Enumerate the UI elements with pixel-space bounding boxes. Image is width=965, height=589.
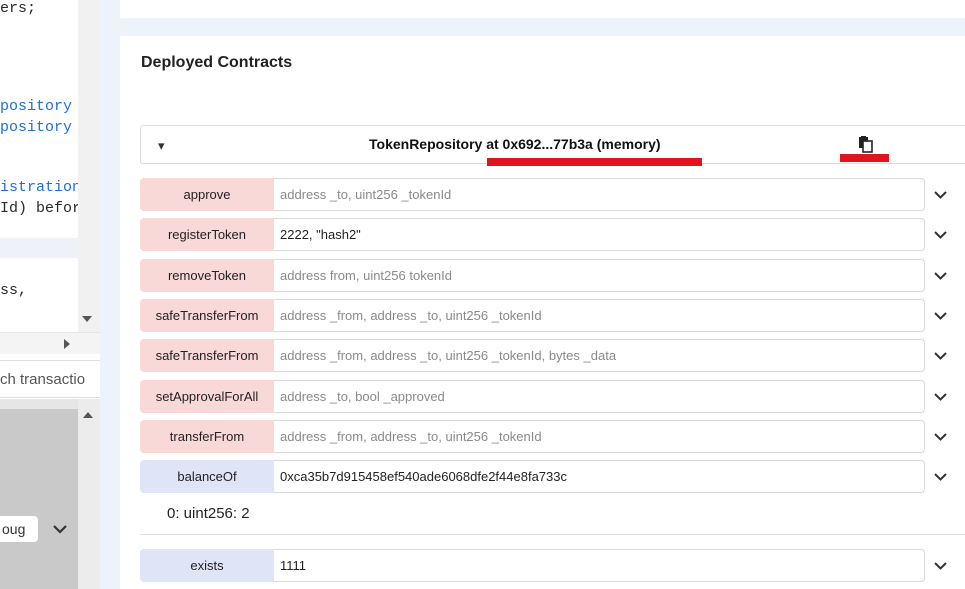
scroll-up-arrow-icon[interactable] — [83, 412, 93, 418]
balance-of-result: 0: uint256: 2 — [167, 505, 250, 522]
function-row-exists: exists 1111 — [140, 549, 947, 582]
current-line-highlight — [0, 238, 78, 258]
chevron-down-icon[interactable] — [50, 519, 70, 539]
terminal-scrollbar[interactable] — [78, 399, 100, 589]
chevron-down-icon[interactable] — [932, 347, 949, 364]
editor-horizontal-scrollbar[interactable] — [0, 332, 100, 354]
function-button[interactable]: transferFrom — [140, 420, 274, 453]
chevron-down-icon[interactable] — [932, 388, 949, 405]
section-title: Deployed Contracts — [141, 54, 293, 71]
function-args-input[interactable]: address _to, bool _approved — [274, 380, 925, 413]
function-args-input[interactable]: 2222, "hash2" — [274, 218, 925, 251]
function-args-input[interactable]: 0xca35b7d915458ef540ade6068dfe2f44e8fa73… — [274, 460, 925, 493]
section-gap — [120, 18, 965, 36]
highlight-mark-copy-icon — [840, 154, 889, 162]
editor-vertical-scrollbar[interactable] — [78, 0, 100, 332]
function-args-input[interactable]: address _from, address _to, uint256 _tok… — [274, 339, 925, 372]
function-button[interactable]: safeTransferFrom — [140, 299, 274, 332]
function-button[interactable]: setApprovalForAll — [140, 380, 274, 413]
function-row: approve address _to, uint256 _tokenId — [140, 178, 947, 211]
function-button[interactable]: balanceOf — [140, 460, 274, 493]
chevron-down-icon[interactable] — [932, 226, 949, 243]
function-args-input[interactable]: address from, uint256 tokenId — [274, 259, 925, 292]
function-row: balanceOf 0xca35b7d915458ef540ade6068dfe2… — [140, 460, 947, 493]
function-row: transferFrom address _from, address _to, … — [140, 420, 947, 453]
terminal-area — [0, 399, 78, 589]
divider-line — [140, 534, 965, 535]
chevron-down-icon[interactable] — [932, 468, 949, 485]
function-button[interactable]: safeTransferFrom — [140, 339, 274, 372]
function-button[interactable]: registerToken — [140, 218, 274, 251]
previous-section — [120, 0, 965, 18]
contract-instance-title: TokenRepository at 0x692...77b3a (memory… — [369, 136, 661, 152]
code-line: ss, — [0, 282, 28, 299]
function-args-input[interactable]: address _from, address _to, uint256 _tok… — [274, 299, 925, 332]
chevron-down-icon[interactable] — [932, 428, 949, 445]
chevron-down-icon[interactable] — [932, 307, 949, 324]
search-transactions-input[interactable]: ch transactio — [0, 360, 100, 398]
code-line: istration — [0, 179, 78, 196]
exists-input[interactable]: 1111 — [274, 549, 925, 582]
function-row: registerToken 2222, "hash2" — [140, 218, 947, 251]
debug-select[interactable]: oug — [0, 516, 38, 542]
function-row: removeToken address from, uint256 tokenId — [140, 259, 947, 292]
code-line: pository — [0, 98, 73, 115]
highlight-mark-contract-address — [487, 158, 702, 166]
function-button[interactable]: approve — [140, 178, 274, 211]
collapse-caret-icon[interactable]: ▾ — [158, 138, 165, 154]
code-area[interactable]: ers; pository pository istration Id) bef… — [0, 0, 78, 332]
function-args-input[interactable]: address _to, uint256 _tokenId — [274, 178, 925, 211]
exists-button[interactable]: exists — [140, 549, 274, 582]
code-editor-pane: ers; pository pository istration Id) bef… — [0, 0, 100, 589]
function-button[interactable]: removeToken — [140, 259, 274, 292]
clipboard-copy-icon[interactable] — [857, 136, 875, 154]
code-line: Id) befor — [0, 200, 78, 217]
terminal-header-strip — [0, 399, 78, 409]
scroll-right-arrow-icon[interactable] — [64, 339, 70, 349]
function-row: safeTransferFrom address _from, address _… — [140, 299, 947, 332]
function-row: safeTransferFrom address _from, address _… — [140, 339, 947, 372]
function-row: setApprovalForAll address _to, bool _appr… — [140, 380, 947, 413]
code-line: pository — [0, 119, 73, 136]
chevron-down-icon[interactable] — [932, 557, 949, 574]
chevron-down-icon[interactable] — [932, 186, 949, 203]
panel-divider — [100, 0, 120, 589]
code-line: ers; — [0, 0, 37, 17]
chevron-down-icon[interactable] — [932, 267, 949, 284]
scroll-down-arrow-icon[interactable] — [82, 316, 92, 322]
function-args-input[interactable]: address _from, address _to, uint256 _tok… — [274, 420, 925, 453]
